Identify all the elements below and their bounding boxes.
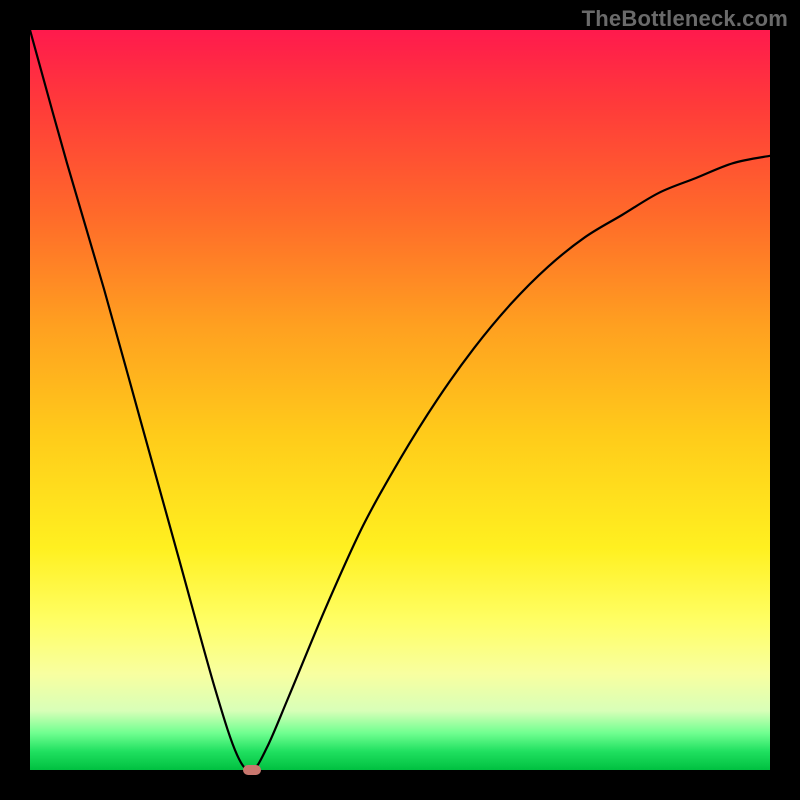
watermark-text: TheBottleneck.com	[582, 6, 788, 32]
plot-area	[30, 30, 770, 770]
chart-canvas: TheBottleneck.com	[0, 0, 800, 800]
